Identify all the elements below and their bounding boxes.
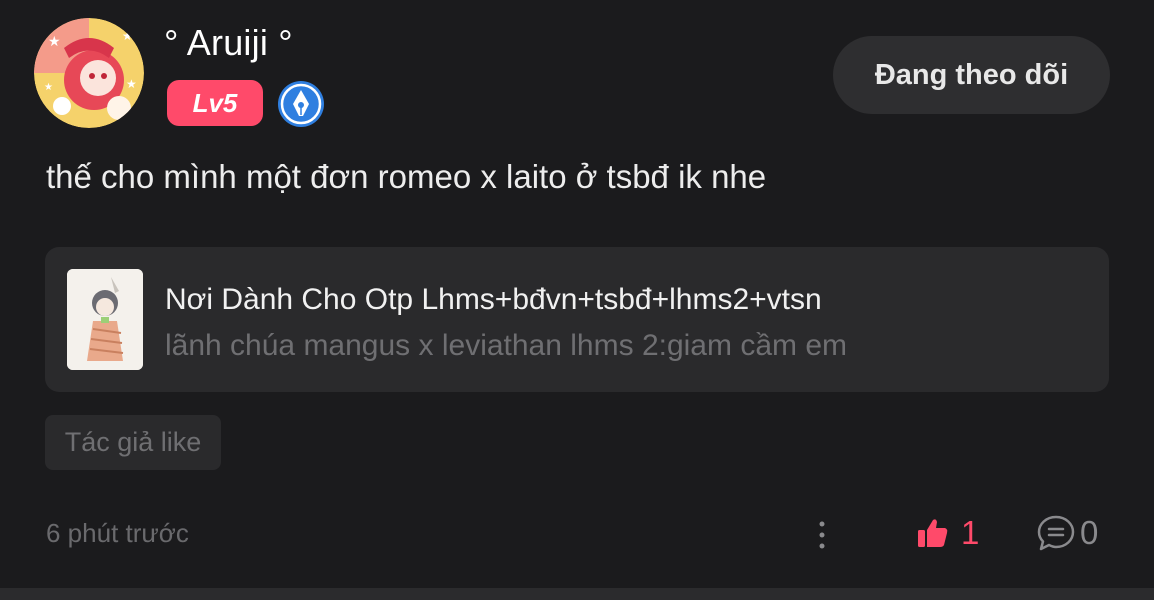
story-title: Nơi Dành Cho Otp Lhms+bđvn+tsbđ+lhms2+vt… (165, 283, 822, 316)
linked-story-card[interactable]: Nơi Dành Cho Otp Lhms+bđvn+tsbđ+lhms2+vt… (45, 247, 1109, 392)
story-cover-thumbnail (67, 269, 143, 370)
svg-text:★: ★ (122, 29, 133, 43)
comment-bubble-icon[interactable] (1036, 514, 1076, 552)
post-content: thế cho mình một đơn romeo x laito ở tsb… (46, 158, 767, 195)
following-button[interactable]: Đang theo dõi (833, 36, 1110, 114)
more-vertical-icon[interactable] (812, 518, 832, 552)
divider (0, 588, 1154, 600)
author-like-tag: Tác giả like (45, 415, 221, 470)
like-count: 1 (961, 514, 980, 551)
thumbs-up-icon[interactable] (916, 516, 950, 550)
svg-text:★: ★ (44, 82, 53, 93)
avatar[interactable]: ★ ★ ★ ★ (34, 18, 144, 128)
post-timestamp: 6 phút trước (46, 518, 189, 548)
pen-badge-icon (277, 80, 325, 128)
story-subtitle: lãnh chúa mangus x leviathan lhms 2:giam… (165, 329, 848, 362)
level-badge: Lv5 (167, 80, 263, 126)
svg-text:★: ★ (48, 33, 61, 49)
svg-text:★: ★ (126, 77, 137, 91)
username[interactable]: ° Aruiji ° (164, 22, 293, 64)
comment-count: 0 (1080, 514, 1099, 551)
